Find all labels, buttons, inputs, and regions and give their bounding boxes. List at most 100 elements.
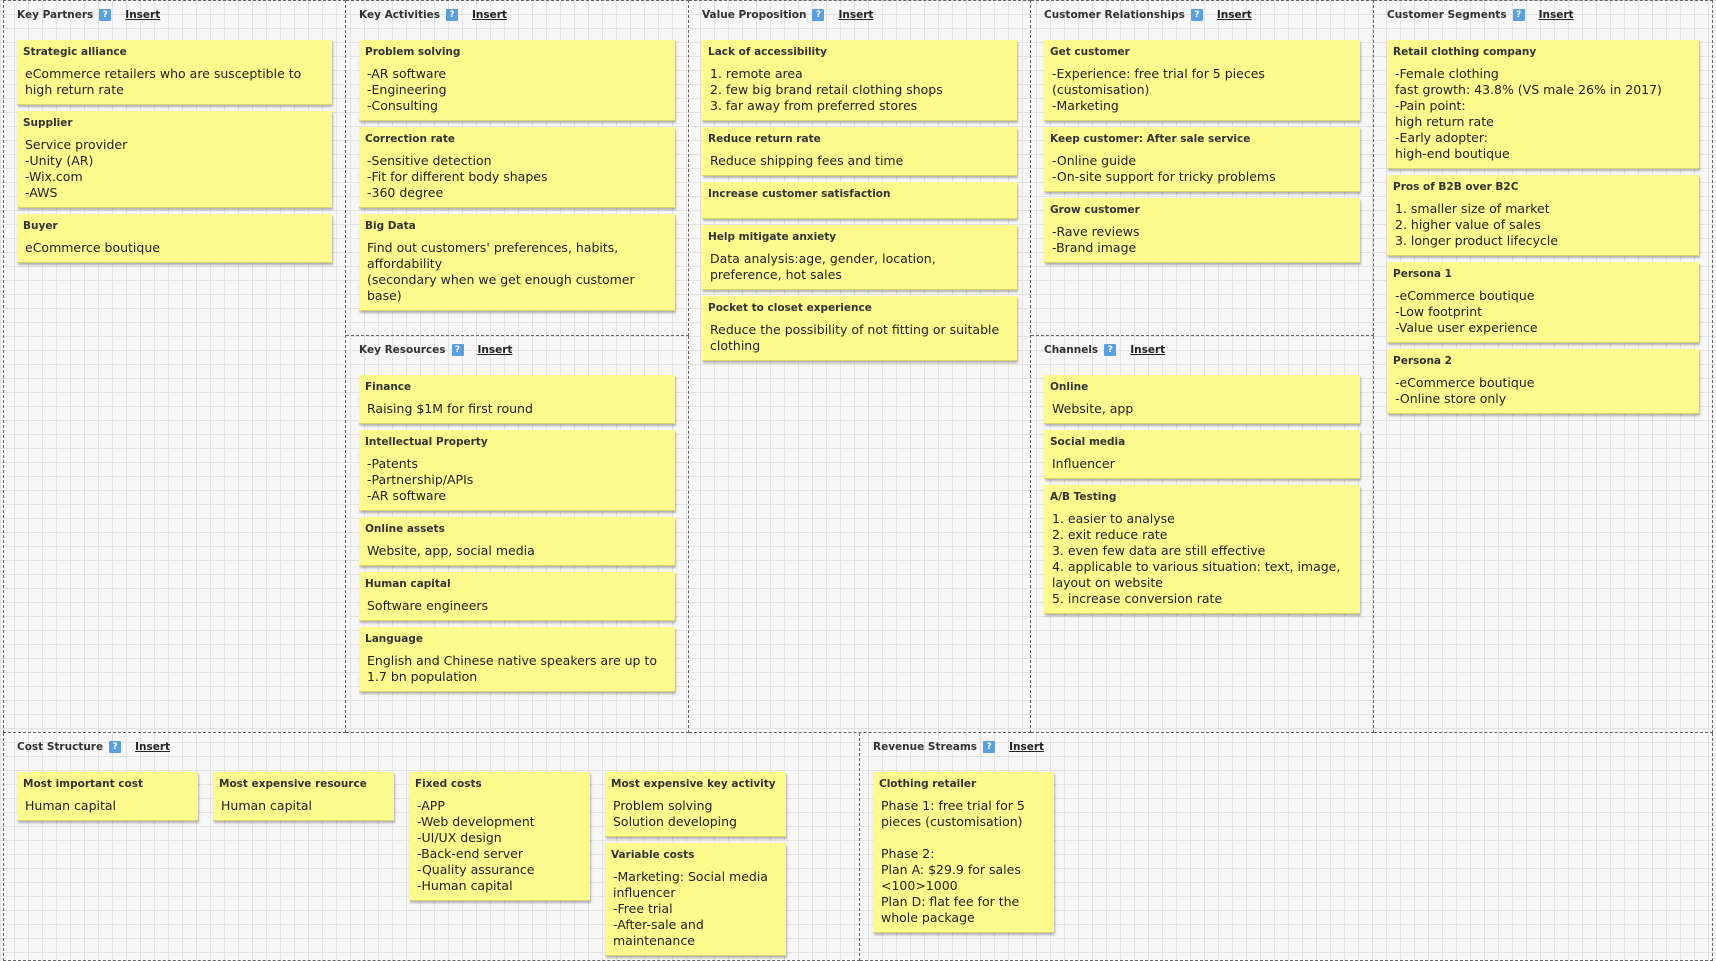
sticky-note-big-data[interactable]: Big Data Find out customers' preferences,… (359, 214, 675, 311)
notes-area: Problem solving -AR software -Engineering… (359, 40, 675, 317)
help-icon[interactable]: ? (1190, 9, 1203, 21)
notes-area: Get customer -Experience: free trial for … (1044, 40, 1360, 269)
note-body: Phase 1: free trial for 5 pieces (custom… (881, 798, 1025, 925)
sticky-note-fixed-costs[interactable]: Fixed costs -APP -Web development -UI/UX … (409, 772, 590, 901)
note-title: Human capital (365, 578, 451, 590)
note-title: Buyer (23, 220, 58, 232)
section-header: Customer Relationships? Insert (1044, 9, 1252, 21)
sticky-note-retail-clothing-company[interactable]: Retail clothing company -Female clothing … (1387, 40, 1699, 169)
sticky-note-correction-rate[interactable]: Correction rate -Sensitive detection -Fit… (359, 127, 675, 208)
note-body: Problem solving Solution developing (613, 798, 737, 829)
insert-link[interactable]: Insert (1217, 9, 1252, 21)
section-title: Key Partners (17, 9, 94, 21)
notes-column: Fixed costs -APP -Web development -UI/UX … (409, 772, 590, 907)
note-body: -eCommerce boutique -Low footprint -Valu… (1395, 288, 1538, 335)
sticky-note-strategic-alliance[interactable]: Strategic alliance eCommerce retailers wh… (17, 40, 332, 105)
sticky-note-problem-solving[interactable]: Problem solving -AR software -Engineering… (359, 40, 675, 121)
help-icon[interactable]: ? (983, 741, 996, 753)
section-header: Cost Structure? Insert (17, 741, 170, 753)
note-body: -Rave reviews -Brand image (1052, 224, 1140, 255)
sticky-note-finance[interactable]: Finance Raising $1M for first round (359, 375, 675, 424)
sticky-note-most-important-cost[interactable]: Most important cost Human capital (17, 772, 198, 821)
section-header: Value Proposition? Insert (702, 9, 873, 21)
section-title: Customer Relationships (1044, 9, 1185, 21)
insert-link[interactable]: Insert (472, 9, 507, 21)
note-title: Social media (1050, 436, 1126, 448)
note-title: Clothing retailer (879, 778, 977, 790)
section-key-activities: Key Activities? Insert Problem solving -AR … (346, 0, 689, 336)
sticky-note-supplier[interactable]: Supplier Service provider -Unity (AR) -Wi… (17, 111, 332, 208)
note-body: Raising $1M for first round (367, 401, 533, 416)
section-customer-segments: Customer Segments? Insert Retail clothing … (1374, 0, 1713, 733)
sticky-note-increase-customer-satisfaction[interactable]: Increase customer satisfaction (702, 182, 1017, 219)
insert-link[interactable]: Insert (135, 741, 170, 753)
sticky-note-pros-of-b2b-over-b2c[interactable]: Pros of B2B over B2C 1. smaller size of m… (1387, 175, 1699, 256)
section-header: Key Partners? Insert (17, 9, 160, 21)
note-title: Most expensive key activity (611, 778, 776, 790)
note-body: Human capital (221, 798, 313, 813)
section-key-partners: Key Partners? Insert Strategic alliance eCo… (3, 0, 346, 733)
note-body: Website, app, social media (367, 543, 535, 558)
help-icon[interactable]: ? (1104, 344, 1117, 356)
sticky-note-help-mitigate-anxiety[interactable]: Help mitigate anxiety Data analysis:age, … (702, 225, 1017, 290)
note-title: Pros of B2B over B2C (1393, 181, 1519, 193)
insert-link[interactable]: Insert (1009, 741, 1044, 753)
sticky-note-language[interactable]: Language English and Chinese native speak… (359, 627, 675, 692)
note-body: Software engineers (367, 598, 489, 613)
insert-link[interactable]: Insert (1130, 344, 1165, 356)
sticky-note-clothing-retailer[interactable]: Clothing retailer Phase 1: free trial for… (873, 772, 1054, 933)
sticky-note-reduce-return-rate[interactable]: Reduce return rate Reduce shipping fees a… (702, 127, 1017, 176)
sticky-note-intellectual-property[interactable]: Intellectual Property -Patents -Partnersh… (359, 430, 675, 511)
note-title: Help mitigate anxiety (708, 231, 837, 243)
note-title: Supplier (23, 117, 73, 129)
sticky-note-grow-customer[interactable]: Grow customer -Rave reviews -Brand image (1044, 198, 1360, 263)
insert-link[interactable]: Insert (125, 9, 160, 21)
notes-column: Most expensive key activity Problem solvi… (605, 772, 786, 961)
section-header: Revenue Streams? Insert (873, 741, 1044, 753)
sticky-note-pocket-to-closet-experience[interactable]: Pocket to closet experience Reduce the po… (702, 296, 1017, 361)
help-icon[interactable]: ? (99, 9, 112, 21)
note-title: Reduce return rate (708, 133, 821, 145)
sticky-note-keep-customer-after-sale-service[interactable]: Keep customer: After sale service -Online… (1044, 127, 1360, 192)
note-title: A/B Testing (1050, 491, 1117, 503)
note-title: Keep customer: After sale service (1050, 133, 1251, 145)
sticky-note-get-customer[interactable]: Get customer -Experience: free trial for … (1044, 40, 1360, 121)
sticky-note-lack-of-accessibility[interactable]: Lack of accessibility 1. remote area 2. f… (702, 40, 1017, 121)
note-title: Retail clothing company (1393, 46, 1537, 58)
note-body: -Sensitive detection -Fit for different … (367, 153, 548, 200)
insert-link[interactable]: Insert (478, 344, 513, 356)
insert-link[interactable]: Insert (838, 9, 873, 21)
sticky-note-human-capital[interactable]: Human capital Software engineers (359, 572, 675, 621)
notes-column: Most important cost Human capital (17, 772, 198, 827)
sticky-note-variable-costs[interactable]: Variable costs -Marketing: Social media i… (605, 843, 786, 956)
note-body: eCommerce boutique (25, 240, 160, 255)
help-icon[interactable]: ? (451, 344, 464, 356)
sticky-note-a-b-testing[interactable]: A/B Testing 1. easier to analyse 2. exit … (1044, 485, 1360, 614)
sticky-note-buyer[interactable]: Buyer eCommerce boutique (17, 214, 332, 263)
section-title: Revenue Streams (873, 741, 978, 753)
note-title: Most expensive resource (219, 778, 367, 790)
note-body: Service provider -Unity (AR) -Wix.com -A… (25, 137, 128, 200)
sticky-note-online-assets[interactable]: Online assets Website, app, social media (359, 517, 675, 566)
section-title: Cost Structure (17, 741, 104, 753)
section-header: Key Activities? Insert (359, 9, 507, 21)
help-icon[interactable]: ? (445, 9, 458, 21)
sticky-note-social-media[interactable]: Social media Influencer (1044, 430, 1360, 479)
help-icon[interactable]: ? (1512, 9, 1525, 21)
sticky-note-most-expensive-resource[interactable]: Most expensive resource Human capital (213, 772, 394, 821)
note-body: -Female clothing fast growth: 43.8% (VS … (1395, 66, 1662, 161)
sticky-note-persona-2[interactable]: Persona 2 -eCommerce boutique -Online sto… (1387, 349, 1699, 414)
sticky-note-persona-1[interactable]: Persona 1 -eCommerce boutique -Low footpr… (1387, 262, 1699, 343)
sticky-note-online[interactable]: Online Website, app (1044, 375, 1360, 424)
help-icon[interactable]: ? (812, 9, 825, 21)
notes-area: Online Website, app Social media Influencer… (1044, 375, 1360, 620)
section-value-proposition: Value Proposition? Insert Lack of accessib… (689, 0, 1031, 733)
notes-area: Strategic alliance eCommerce retailers wh… (17, 40, 332, 269)
section-title: Customer Segments (1387, 9, 1507, 21)
note-title: Grow customer (1050, 204, 1140, 216)
sticky-note-most-expensive-key-activity[interactable]: Most expensive key activity Problem solvi… (605, 772, 786, 837)
insert-link[interactable]: Insert (1539, 9, 1574, 21)
help-icon[interactable]: ? (109, 741, 122, 753)
section-title: Value Proposition (702, 9, 807, 21)
section-header: Key Resources? Insert (359, 344, 512, 356)
